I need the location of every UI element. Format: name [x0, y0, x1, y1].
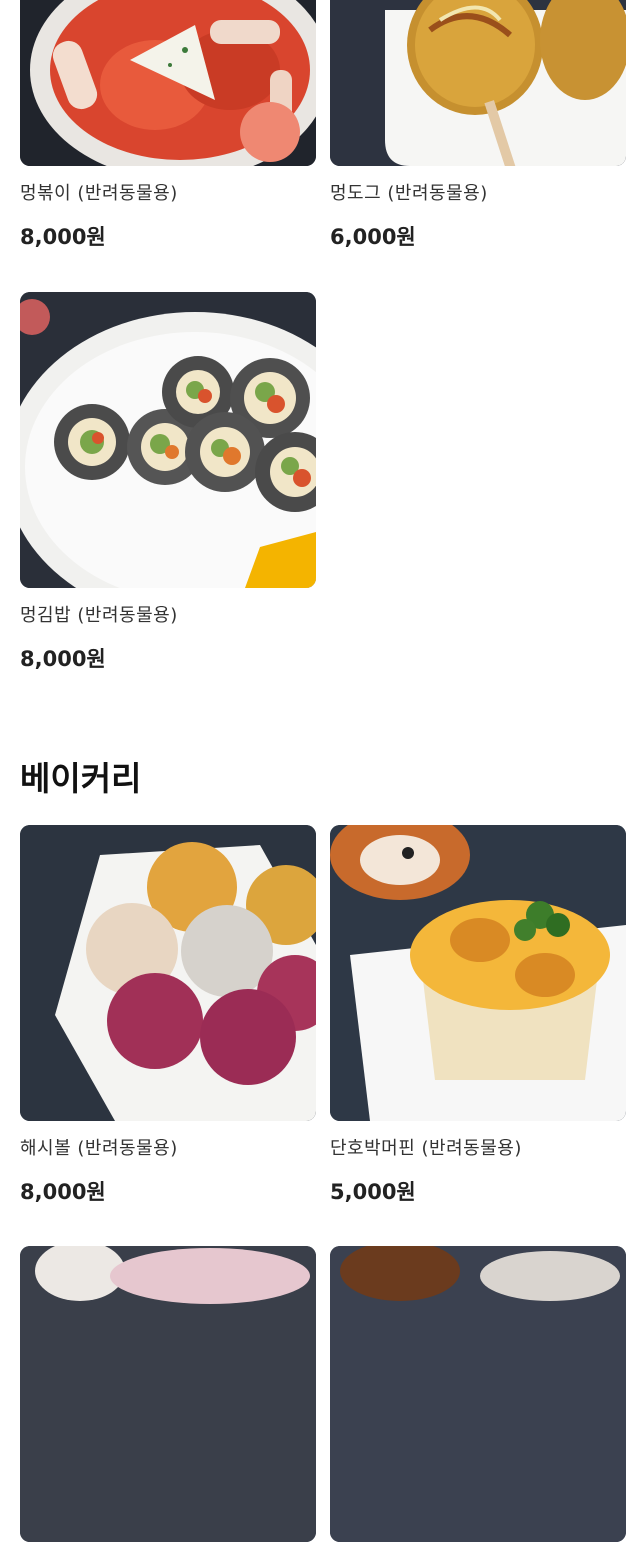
partial-product-photo: [330, 1246, 626, 1542]
product-name[interactable]: 멍김밥 (반려동물용): [20, 601, 178, 627]
product-price: 8,000원: [20, 647, 106, 671]
product-name[interactable]: 단호박머핀 (반려동물용): [330, 1134, 522, 1160]
product-image[interactable]: [330, 825, 626, 1121]
product-image[interactable]: [20, 292, 316, 588]
product-image[interactable]: [20, 825, 316, 1121]
product-image[interactable]: [330, 0, 626, 166]
product-name[interactable]: 멍도그 (반려동물용): [330, 179, 488, 205]
product-price: 8,000원: [20, 1180, 106, 1204]
kimbap-photo: [20, 292, 316, 588]
product-price: 6,000원: [330, 225, 416, 249]
corn-dog-photo: [330, 0, 626, 166]
product-price: 8,000원: [20, 225, 106, 249]
partial-product-photo: [20, 1246, 316, 1542]
product-image[interactable]: [330, 1246, 626, 1542]
product-name[interactable]: 멍볶이 (반려동물용): [20, 179, 178, 205]
section-title-bakery: 베이커리: [20, 759, 142, 798]
product-image[interactable]: [20, 1246, 316, 1542]
tteokbokki-photo: [20, 0, 316, 166]
product-image[interactable]: [20, 0, 316, 166]
product-price: 5,000원: [330, 1180, 416, 1204]
hash-ball-photo: [20, 825, 316, 1121]
pumpkin-muffin-photo: [330, 825, 626, 1121]
product-name[interactable]: 해시볼 (반려동물용): [20, 1134, 178, 1160]
